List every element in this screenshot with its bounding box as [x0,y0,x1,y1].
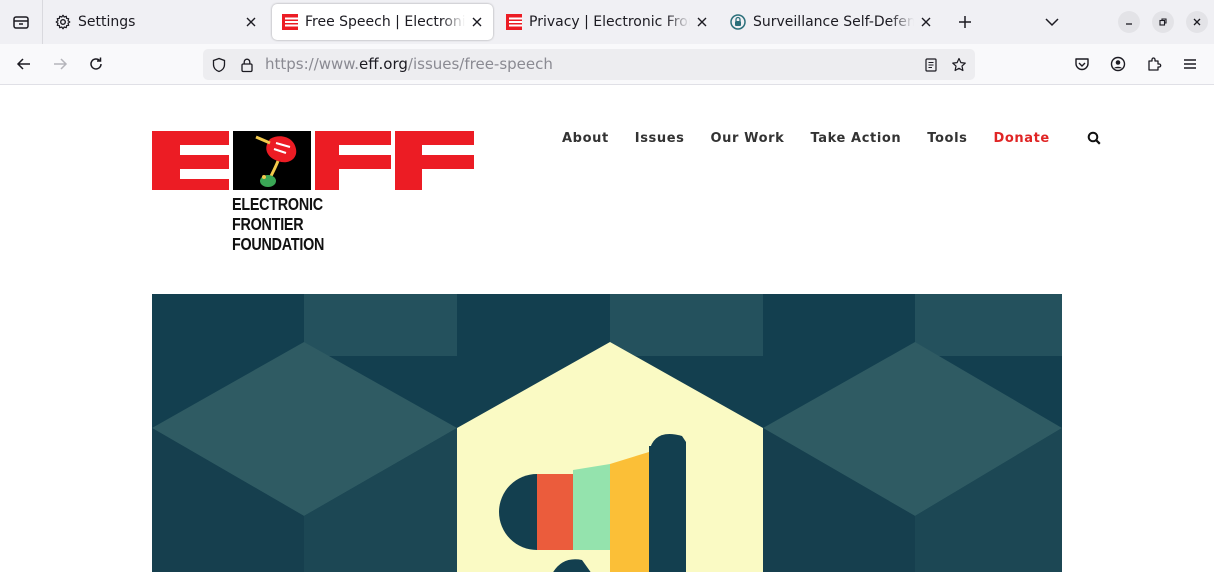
tab-title: Privacy | Electronic Frontier Foundation [529,14,690,30]
reload-icon [90,57,102,70]
tab-strip: Settings Free Speech | Electronic Fronti… [0,0,1214,44]
minimize-icon [1126,23,1132,25]
new-tab-button[interactable] [950,0,980,44]
eff-logo-mark [152,131,474,190]
arrow-left-icon [16,58,30,70]
pocket-icon [1075,58,1089,71]
close-tab-icon[interactable] [241,12,261,32]
nav-take-action[interactable]: Take Action [810,131,901,146]
main-navigation: About Issues Our Work Take Action Tools … [562,130,1102,146]
nav-issues[interactable]: Issues [635,131,685,146]
tab-privacy[interactable]: Privacy | Electronic Frontier Foundation [496,4,718,40]
reload-button[interactable] [80,48,112,80]
back-button[interactable] [8,48,40,80]
ssd-favicon-icon [730,14,746,30]
tab-title: Free Speech | Electronic Frontier Founda… [305,14,465,30]
reader-view-icon[interactable] [919,49,943,80]
eff-favicon-icon [282,14,298,30]
nav-tools[interactable]: Tools [927,131,967,146]
wordmark-line: FRONTIER [232,214,304,234]
bookmark-star-icon[interactable] [947,49,971,80]
tab-settings[interactable]: Settings [45,4,267,40]
tab-list-button[interactable] [0,0,42,44]
hero-banner [152,294,1062,572]
wordmark-line: ELECTRONIC [232,194,323,214]
minimize-button[interactable] [1118,11,1140,33]
hamburger-icon [1184,59,1196,69]
list-all-tabs-button[interactable] [1037,0,1067,44]
eff-wordmark: ELECTRONIC FRONTIER FOUNDATION [232,194,324,254]
close-tab-icon[interactable] [916,12,936,32]
tab-free-speech[interactable]: Free Speech | Electronic Frontier Founda… [272,4,493,40]
megaphone-illustration [152,294,1062,572]
app-menu-button[interactable] [1174,48,1206,80]
navigation-toolbar: https://www.eff.org/issues/free-speech [0,44,1214,85]
account-icon [1110,56,1126,72]
nav-our-work[interactable]: Our Work [711,131,785,146]
url-text: https://www.eff.org/issues/free-speech [265,55,553,73]
address-bar[interactable]: https://www.eff.org/issues/free-speech [203,49,975,80]
close-icon [1193,18,1201,26]
shield-icon[interactable] [207,49,231,80]
close-window-button[interactable] [1186,11,1208,33]
tab-surveillance-self-defense[interactable]: Surveillance Self-Defense [720,4,942,40]
tab-separator [42,0,43,44]
search-icon[interactable] [1086,130,1102,146]
wordmark-line: FOUNDATION [232,234,325,254]
tab-title: Surveillance Self-Defense [753,14,914,30]
account-button[interactable] [1102,48,1134,80]
close-tab-icon[interactable] [692,12,712,32]
tab-title: Settings [78,14,136,30]
plus-icon [959,16,971,28]
nav-donate[interactable]: Donate [993,131,1049,146]
pocket-button[interactable] [1066,48,1098,80]
puzzle-icon [1148,57,1162,71]
nav-about[interactable]: About [562,131,609,146]
eff-favicon-icon [506,14,522,30]
arrow-right-icon [54,58,68,70]
close-tab-icon[interactable] [467,12,487,32]
extensions-button[interactable] [1138,48,1170,80]
lock-icon[interactable] [235,49,259,80]
gear-icon [55,14,71,30]
page-content: ELECTRONIC FRONTIER FOUNDATION About Iss… [0,86,1214,572]
chevron-down-icon [1045,18,1059,27]
restore-icon [1159,18,1167,26]
forward-button[interactable] [44,48,76,80]
tab-list-icon [13,16,29,29]
restore-button[interactable] [1152,11,1174,33]
